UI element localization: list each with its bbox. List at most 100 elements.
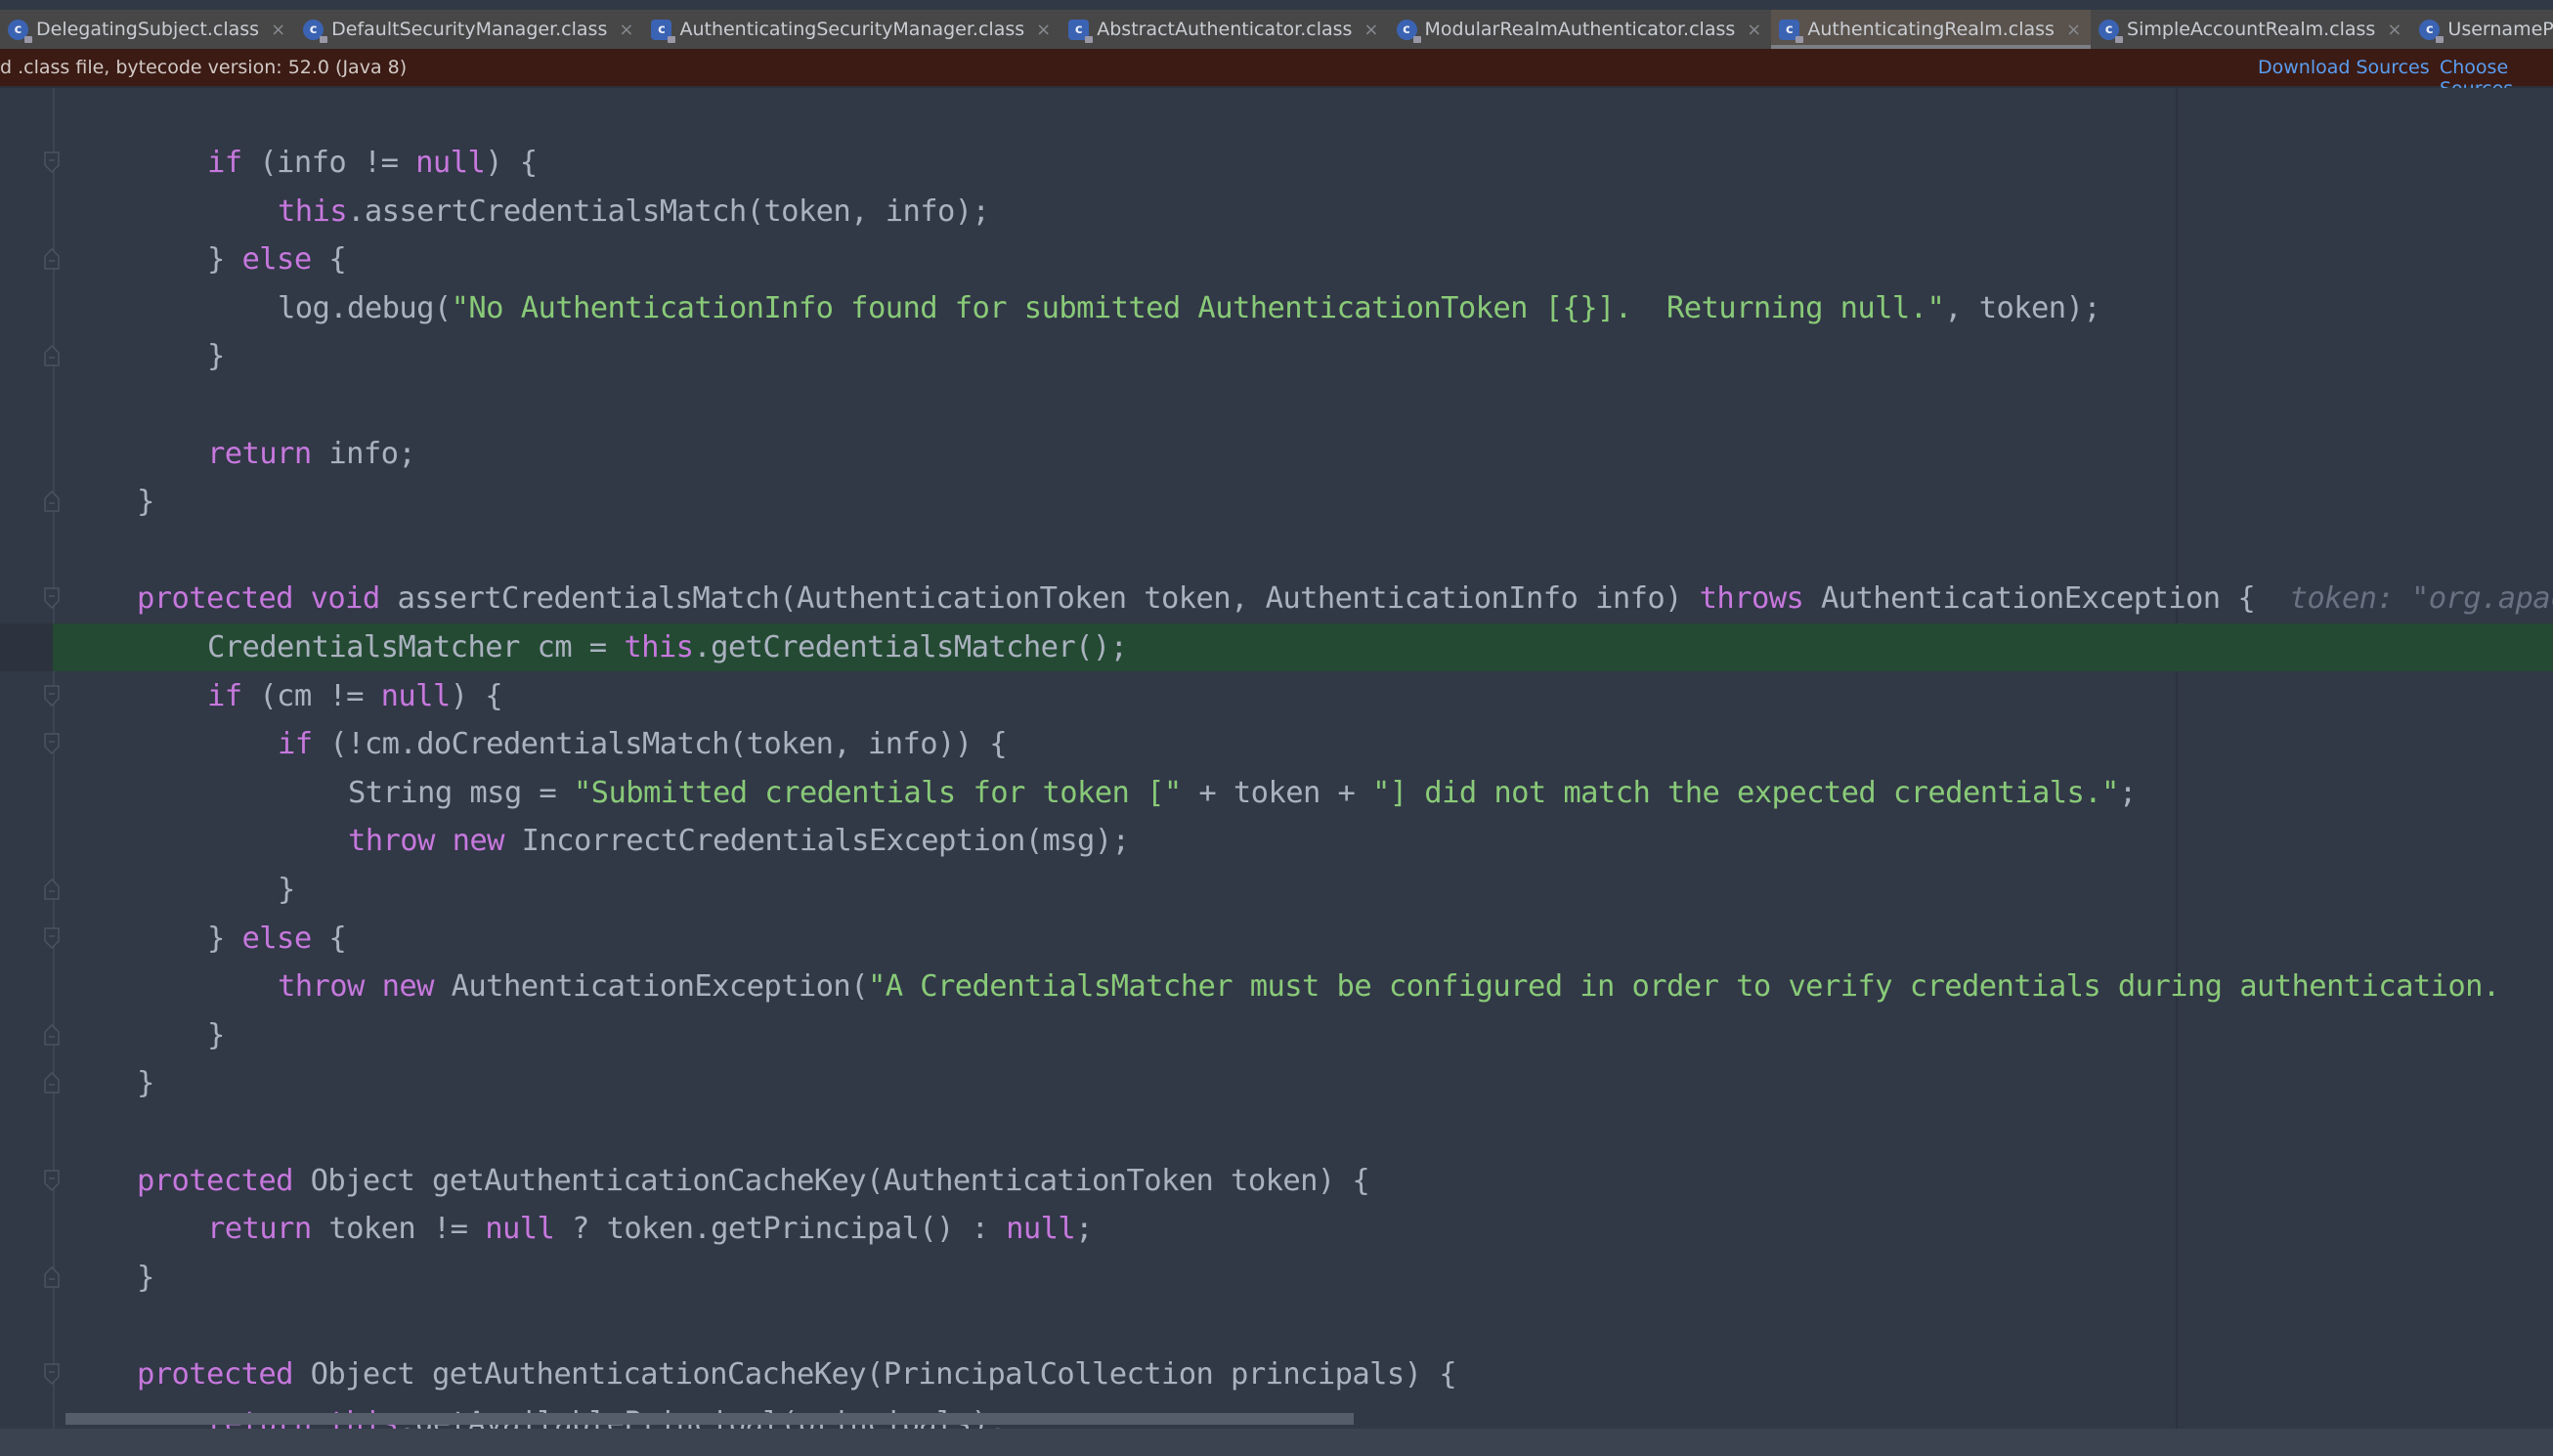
keyword-token: if (207, 678, 242, 713)
code-line[interactable]: } else { (0, 915, 2553, 963)
code-line[interactable]: protected Object getAuthenticationCacheK… (0, 1350, 2553, 1398)
code-text: } else { (207, 915, 347, 963)
code-line[interactable]: protected Object getAuthenticationCacheK… (0, 1157, 2553, 1205)
code-line[interactable]: this.assertCredentialsMatch(token, info)… (0, 188, 2553, 236)
tab-simple-account-realm[interactable]: c SimpleAccountRealm.class × (2091, 10, 2411, 49)
class-icon: c (303, 19, 328, 43)
editor-tab-bar: c DelegatingSubject.class × c DefaultSecurit… (0, 10, 2553, 50)
fold-end-icon[interactable] (44, 1072, 60, 1094)
keyword-token: protected (137, 1357, 293, 1392)
code-line[interactable]: } (0, 1011, 2553, 1059)
code-line[interactable]: } else { (0, 236, 2553, 283)
lock-icon (1085, 35, 1094, 43)
close-icon[interactable]: × (619, 20, 633, 40)
code-line[interactable]: throw new IncorrectCredentialsException(… (0, 817, 2553, 865)
tab-username-password-token[interactable]: cUsernamePasswordToken.class× (2411, 10, 2553, 49)
code-line[interactable]: return info; (0, 430, 2553, 478)
class-icon: c (1396, 19, 1421, 43)
keyword-token: this (624, 630, 694, 664)
code-token: } (278, 873, 295, 907)
code-token: } (137, 485, 154, 520)
keyword-token: null (415, 146, 486, 180)
close-icon[interactable]: × (2387, 20, 2402, 40)
code-token: ) { (450, 678, 503, 713)
tab-modular-realm-authenticator[interactable]: c ModularRealmAuthenticator.class × (1389, 10, 1772, 49)
fold-end-icon[interactable] (44, 248, 60, 270)
code-line[interactable]: return token != null ? token.getPrincipa… (0, 1205, 2553, 1253)
fold-start-icon[interactable] (44, 926, 60, 949)
code-token: } (207, 1017, 225, 1052)
code-line[interactable] (0, 1108, 2553, 1156)
keyword-token: null (485, 1212, 555, 1247)
code-text: this.assertCredentialsMatch(token, info)… (278, 188, 990, 236)
close-icon[interactable]: × (1747, 20, 1761, 40)
code-line[interactable]: if (!cm.doCredentialsMatch(token, info))… (0, 720, 2553, 768)
close-icon[interactable]: × (1036, 20, 1051, 40)
code-token: } (207, 339, 225, 374)
code-token: + token + (1181, 775, 1373, 810)
code-editor[interactable]: if (info != null) {this.assertCredential… (0, 88, 2553, 1429)
code-token: info; (311, 436, 416, 471)
code-text: } (137, 478, 154, 526)
fold-end-icon[interactable] (44, 345, 60, 367)
fold-start-icon[interactable] (44, 1363, 60, 1385)
fold-start-icon[interactable] (44, 151, 60, 173)
code-token: IncorrectCredentialsException(msg); (503, 824, 1130, 859)
code-line[interactable]: } (0, 478, 2553, 526)
keyword-token: new (381, 969, 435, 1005)
code-line[interactable]: if (cm != null) { (0, 672, 2553, 720)
keyword-token: protected (137, 581, 293, 617)
code-line[interactable]: } (0, 1059, 2553, 1107)
fold-start-icon[interactable] (44, 684, 60, 707)
code-token: token != (311, 1212, 486, 1247)
close-icon[interactable]: × (271, 20, 285, 40)
code-line[interactable] (0, 381, 2553, 429)
lock-icon (1796, 35, 1804, 43)
horizontal-scrollbar-thumb[interactable] (65, 1413, 1354, 1425)
tab-abstract-authenticator[interactable]: c AbstractAuthenticator.class × (1060, 10, 1388, 49)
fold-start-icon[interactable] (44, 1169, 60, 1191)
code-line[interactable]: String msg = "Submitted credentials for … (0, 769, 2553, 817)
tab-default-security-manager[interactable]: c DefaultSecurityManager.class × (295, 10, 643, 49)
code-token: } (137, 1066, 154, 1101)
fold-end-icon[interactable] (44, 878, 60, 900)
code-line[interactable]: } (0, 866, 2553, 914)
fold-end-icon[interactable] (44, 491, 60, 512)
tab-authenticating-realm[interactable]: c AuthenticatingRealm.class × (1771, 10, 2092, 49)
code-token: AuthenticationException( (433, 969, 869, 1005)
fold-end-icon[interactable] (44, 1265, 60, 1288)
close-icon[interactable]: × (2066, 20, 2081, 40)
keyword-token: void (310, 581, 381, 617)
fold-start-icon[interactable] (44, 587, 60, 610)
code-line[interactable]: throw new AuthenticationException("A Cre… (0, 963, 2553, 1010)
fold-end-icon[interactable] (44, 1023, 60, 1046)
lock-icon (2436, 35, 2445, 43)
code-text: CredentialsMatcher cm = this.getCredenti… (207, 623, 1128, 671)
tab-label: SimpleAccountRealm.class (2127, 19, 2376, 40)
lock-icon (668, 35, 676, 43)
code-line[interactable]: log.debug("No AuthenticationInfo found f… (0, 284, 2553, 332)
code-text: protected void assertCredentialsMatch(Au… (137, 575, 2553, 622)
string-token: "] did not match the expected credential… (1372, 775, 2119, 810)
tab-authenticating-security-manager[interactable]: c AuthenticatingSecurityManager.class × (643, 10, 1060, 49)
code-token: .getCredentialsMatcher(); (693, 630, 1128, 664)
code-line[interactable] (0, 527, 2553, 575)
tab-label: AbstractAuthenticator.class (1097, 19, 1353, 40)
keyword-token: return (207, 436, 312, 471)
code-text: protected Object getAuthenticationCacheK… (137, 1157, 1370, 1205)
code-line[interactable]: protected void assertCredentialsMatch(Au… (0, 575, 2553, 622)
code-line[interactable]: if (info != null) { (0, 139, 2553, 187)
download-sources-link[interactable]: Download Sources (2258, 57, 2430, 78)
lock-icon (24, 35, 32, 43)
code-token: , token); (1944, 290, 2101, 325)
close-icon[interactable]: × (1363, 20, 1378, 40)
code-line[interactable] (0, 1302, 2553, 1349)
code-text: if (cm != null) { (207, 672, 503, 720)
tab-delegating-subject[interactable]: c DelegatingSubject.class × (0, 10, 295, 49)
gutter-current-line (0, 623, 53, 671)
code-line[interactable]: } (0, 332, 2553, 380)
lock-icon (320, 35, 328, 43)
code-line[interactable]: } (0, 1254, 2553, 1302)
code-line-current-breakpoint[interactable]: CredentialsMatcher cm = this.getCredenti… (0, 623, 2553, 671)
fold-start-icon[interactable] (44, 733, 60, 755)
